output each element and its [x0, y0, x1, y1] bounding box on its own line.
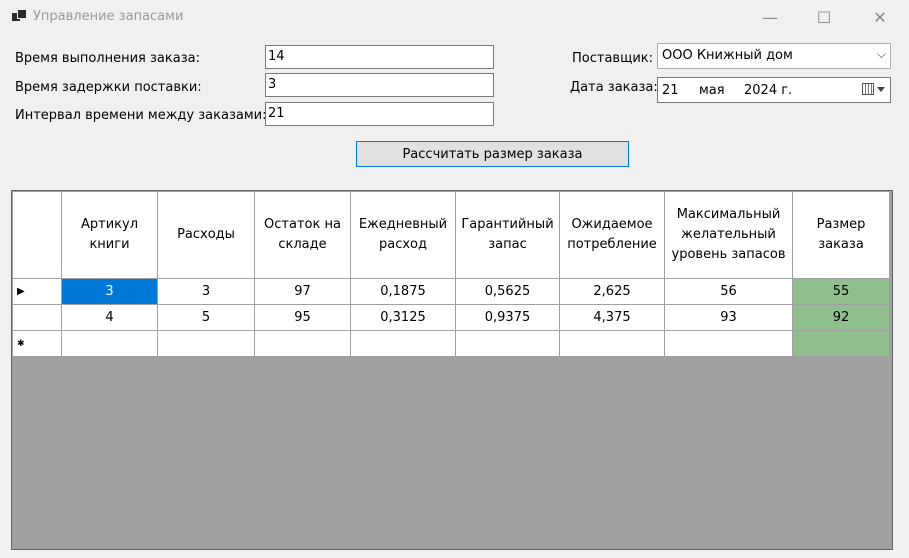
- new-row-icon[interactable]: ✱: [12, 330, 62, 357]
- date-month[interactable]: мая: [699, 83, 725, 98]
- new-row[interactable]: ✱: [12, 330, 890, 357]
- table-cell[interactable]: [254, 330, 351, 357]
- order-date-picker[interactable]: 21 мая 2024 г.: [657, 77, 891, 103]
- table-cell[interactable]: [559, 330, 665, 357]
- date-year[interactable]: 2024 г.: [744, 83, 792, 98]
- minimize-button[interactable]: —: [747, 0, 793, 34]
- lead-time-label: Время выполнения заказа:: [15, 51, 200, 66]
- interval-input[interactable]: 21: [265, 102, 494, 126]
- column-header[interactable]: Ожидаемое потребление: [559, 191, 665, 279]
- column-header[interactable]: Максимальный желательный уровень запасов: [664, 191, 793, 279]
- table-cell[interactable]: 92: [792, 304, 890, 331]
- column-header[interactable]: Гарантийный запас: [455, 191, 560, 279]
- table-cell[interactable]: 93: [664, 304, 793, 331]
- date-day[interactable]: 21: [662, 83, 679, 98]
- calculate-order-button[interactable]: Рассчитать размер заказа: [356, 141, 629, 167]
- lead-time-input[interactable]: 14: [265, 45, 494, 69]
- table-cell[interactable]: [61, 330, 158, 357]
- calendar-icon[interactable]: [862, 83, 886, 97]
- row-header-corner[interactable]: [12, 191, 62, 279]
- column-header[interactable]: Остаток на складе: [254, 191, 351, 279]
- app-icon: [12, 9, 27, 23]
- table-cell[interactable]: [792, 330, 890, 357]
- table-cell[interactable]: 95: [254, 304, 351, 331]
- supplier-select[interactable]: ООО Книжный дом ⌵: [657, 43, 891, 69]
- current-row-indicator-icon[interactable]: ▶: [12, 278, 62, 305]
- column-header[interactable]: Расходы: [157, 191, 255, 279]
- row-header[interactable]: [12, 304, 62, 331]
- delay-label: Время задержки поставки:: [15, 80, 202, 95]
- table-cell[interactable]: 55: [792, 278, 890, 305]
- table-cell[interactable]: 56: [664, 278, 793, 305]
- data-grid[interactable]: Артикул книги Расходы Остаток на складе …: [11, 190, 893, 550]
- order-date-label: Дата заказа:: [570, 80, 658, 95]
- table-cell[interactable]: [455, 330, 560, 357]
- order-table: Артикул книги Расходы Остаток на складе …: [12, 191, 890, 357]
- table-cell[interactable]: 97: [254, 278, 351, 305]
- table-cell[interactable]: 0,9375: [455, 304, 560, 331]
- maximize-button[interactable]: ☐: [801, 0, 847, 34]
- table-row[interactable]: ▶ 3 3 97 0,1875 0,5625 2,625 56 55: [12, 278, 890, 305]
- interval-label: Интервал времени между заказами:: [15, 108, 267, 123]
- column-header[interactable]: Размер заказа: [792, 191, 890, 279]
- column-header[interactable]: Ежедневный расход: [350, 191, 456, 279]
- supplier-label: Поставщик:: [572, 51, 654, 66]
- table-row[interactable]: 4 5 95 0,3125 0,9375 4,375 93 92: [12, 304, 890, 331]
- table-cell[interactable]: 2,625: [559, 278, 665, 305]
- table-cell[interactable]: 3: [61, 278, 158, 305]
- column-header[interactable]: Артикул книги: [61, 191, 158, 279]
- table-cell[interactable]: 3: [157, 278, 255, 305]
- table-cell[interactable]: [664, 330, 793, 357]
- table-cell[interactable]: 4,375: [559, 304, 665, 331]
- table-cell[interactable]: 0,1875: [350, 278, 456, 305]
- close-button[interactable]: ✕: [857, 0, 903, 34]
- table-cell[interactable]: [157, 330, 255, 357]
- chevron-down-icon[interactable]: ⌵: [877, 47, 886, 62]
- supplier-value: ООО Книжный дом: [662, 48, 793, 63]
- table-cell[interactable]: 0,3125: [350, 304, 456, 331]
- table-cell[interactable]: 0,5625: [455, 278, 560, 305]
- delay-input[interactable]: 3: [265, 73, 494, 97]
- table-cell[interactable]: 5: [157, 304, 255, 331]
- window-title: Управление запасами: [33, 9, 184, 24]
- table-cell[interactable]: [350, 330, 456, 357]
- title-bar[interactable]: Управление запасами — ☐ ✕: [0, 0, 909, 35]
- table-cell[interactable]: 4: [61, 304, 158, 331]
